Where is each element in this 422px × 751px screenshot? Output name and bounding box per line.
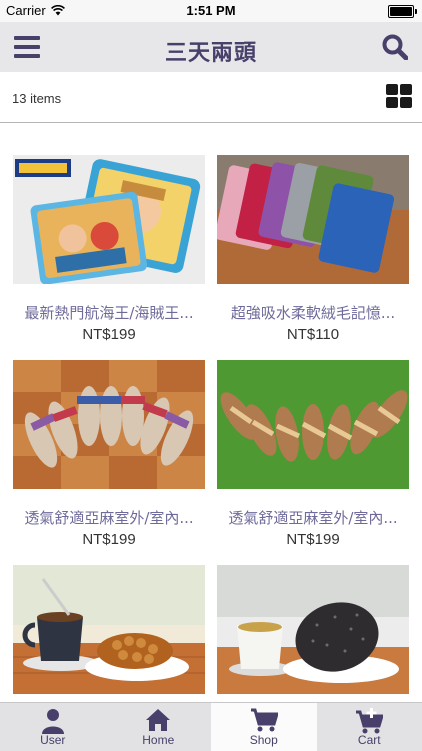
- product-image: [217, 565, 409, 694]
- product-image: [13, 360, 205, 489]
- tab-user[interactable]: User: [0, 703, 106, 751]
- product-image: [217, 155, 409, 284]
- tab-label: Cart: [317, 733, 422, 747]
- product-price: NT$110: [217, 326, 409, 343]
- tab-shop[interactable]: Shop: [211, 703, 317, 751]
- product-card[interactable]: [217, 565, 409, 702]
- page-title: 三天兩頭: [0, 35, 422, 67]
- grid-view-toggle[interactable]: [386, 84, 412, 108]
- status-bar: Carrier 1:51 PM: [0, 0, 422, 22]
- product-card[interactable]: [13, 565, 205, 702]
- product-name: 超強吸水柔軟絨毛記憶...: [217, 302, 409, 323]
- clock: 1:51 PM: [0, 3, 422, 18]
- product-image: [13, 155, 205, 284]
- product-card[interactable]: 最新熱門航海王/海賊王... NT$199: [13, 155, 205, 343]
- grid-view-icon: [386, 84, 398, 95]
- product-image: [13, 565, 205, 694]
- tab-label: User: [0, 733, 106, 747]
- list-toolbar: 13 items: [0, 72, 422, 123]
- home-icon: [145, 708, 171, 732]
- product-name: 透氣舒適亞麻室外/室內...: [13, 507, 205, 528]
- tab-bar: User Home Shop Cart: [0, 702, 422, 751]
- product-grid: 最新熱門航海王/海賊王... NT$199 超強吸水柔軟絨毛記憶... NT$1…: [0, 122, 422, 702]
- product-image: [217, 360, 409, 489]
- item-count: 13 items: [12, 91, 61, 106]
- product-card[interactable]: 透氣舒適亞麻室外/室內... NT$199: [217, 360, 409, 548]
- navigation-bar: 三天兩頭: [0, 22, 422, 72]
- tab-label: Shop: [211, 733, 317, 747]
- tab-label: Home: [106, 733, 212, 747]
- product-card[interactable]: 超強吸水柔軟絨毛記憶... NT$110: [217, 155, 409, 343]
- product-price: NT$199: [13, 326, 205, 343]
- user-icon: [41, 708, 65, 734]
- tab-home[interactable]: Home: [106, 703, 212, 751]
- cart-add-icon: [355, 708, 383, 734]
- shopping-cart-icon: [250, 708, 278, 732]
- product-name: 最新熱門航海王/海賊王...: [13, 302, 205, 323]
- tab-cart[interactable]: Cart: [317, 703, 422, 751]
- battery-icon: [388, 5, 414, 18]
- product-price: NT$199: [217, 531, 409, 548]
- search-button[interactable]: [382, 34, 408, 60]
- search-icon: [382, 34, 408, 60]
- product-card[interactable]: 透氣舒適亞麻室外/室內... NT$199: [13, 360, 205, 548]
- product-price: NT$199: [13, 531, 205, 548]
- product-name: 透氣舒適亞麻室外/室內...: [217, 507, 409, 528]
